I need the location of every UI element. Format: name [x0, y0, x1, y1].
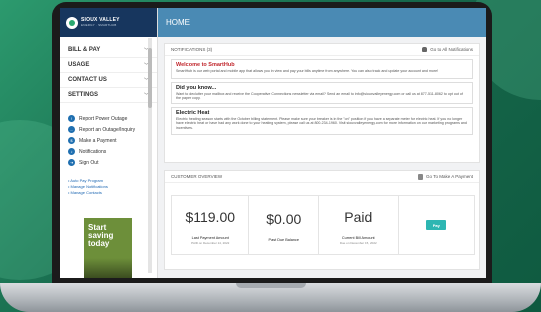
nav-item-usage[interactable]: USAGE ﹀: [60, 58, 157, 73]
dollar-icon: $: [68, 137, 75, 144]
nav-menu: BILL & PAY ﹀ USAGE ﹀ CONTACT US ﹀ SETTINGS ﹀: [60, 43, 157, 103]
sidebar-scroll-thumb[interactable]: [148, 48, 152, 108]
promo-banner[interactable]: Start saving today: [84, 218, 132, 278]
notification-body: SmartHub is our web portal and mobile ap…: [176, 69, 439, 73]
quick-link-notifications[interactable]: ♪ Notifications: [68, 146, 157, 157]
notification-body: Electric heating season starts with the …: [176, 117, 467, 130]
past-due-label: Past Due Balance: [268, 238, 299, 242]
logout-icon: ⇥: [68, 159, 75, 166]
overview-stats: $119.00 Last Payment Amount PAID on Dece…: [171, 195, 475, 255]
current-bill-label: Current Bill Amount: [341, 235, 375, 240]
go-all-label: Go to All Notifications: [430, 47, 473, 52]
nav-label: BILL & PAY: [68, 47, 101, 53]
nav-label: USAGE: [68, 62, 90, 68]
last-payment-amount: $119.00: [185, 208, 236, 225]
go-pay-label: Go To Make A Payment: [426, 174, 473, 179]
notifications-header: NOTIFICATIONS (3) Go to All Notification…: [165, 44, 479, 56]
chat-icon: …: [68, 126, 75, 133]
customer-overview-card: CUSTOMER OVERVIEW Go To Make A Payment $…: [164, 170, 480, 270]
nav-label: SETTINGS: [68, 92, 99, 98]
link-label: Auto Pay Program: [70, 178, 103, 183]
notification-item[interactable]: Electric Heat Electric heating season st…: [171, 107, 473, 135]
document-icon: [418, 173, 424, 180]
quick-link-label: Sign Out: [79, 159, 99, 166]
quick-link-report-inquiry[interactable]: … Report an Outage/Inquiry: [68, 124, 157, 135]
quick-link-report-outage[interactable]: ! Report Power Outage: [68, 113, 157, 124]
notification-item[interactable]: Did you know... Want to declutter your m…: [171, 82, 473, 104]
notifications-card: NOTIFICATIONS (3) Go to All Notification…: [164, 43, 480, 163]
alert-icon: !: [68, 115, 75, 122]
laptop-notch: [236, 283, 306, 288]
page-title: HOME: [166, 18, 190, 27]
past-due-amount: $0.00: [266, 211, 302, 227]
logo-name: SIOUX VALLEY: [81, 16, 120, 23]
logo-sub: ENERGY · SMARTHUB: [81, 22, 117, 27]
link-label: Manage Contacts: [70, 190, 102, 195]
notifications-title: NOTIFICATIONS (3): [171, 47, 213, 52]
overview-title: CUSTOMER OVERVIEW: [171, 174, 223, 179]
notification-body: Want to declutter your mailbox and recei…: [176, 92, 463, 101]
quick-link-sign-out[interactable]: ⇥ Sign Out: [68, 157, 157, 168]
current-bill-stat: Paid Current Bill Amount Due on December…: [319, 196, 399, 254]
logo-mark-icon: [66, 16, 78, 29]
logo-text: SIOUX VALLEY ENERGY · SMARTHUB: [81, 16, 120, 28]
account-links: • Auto Pay Program • Manage Notification…: [60, 178, 157, 196]
bell-icon: ♪: [68, 148, 75, 155]
quick-link-label: Make a Payment: [79, 137, 117, 144]
link-manage-contacts[interactable]: • Manage Contacts: [68, 190, 157, 196]
quick-link-make-payment[interactable]: $ Make a Payment: [68, 135, 157, 146]
quick-link-label: Report Power Outage: [79, 115, 128, 122]
nav-label: CONTACT US: [68, 77, 107, 83]
go-to-payment-link[interactable]: Go To Make A Payment: [418, 173, 473, 180]
go-all-notifications-link[interactable]: Go to All Notifications: [422, 47, 473, 52]
page-header: HOME: [158, 8, 486, 37]
quick-link-label: Notifications: [79, 148, 107, 155]
last-payment-stat: $119.00 Last Payment Amount PAID on Dece…: [172, 196, 250, 254]
notification-title: Did you know...: [176, 85, 217, 91]
promo-shade: [84, 258, 132, 278]
promo-text: Start saving today: [88, 223, 114, 248]
nav-item-contact-us[interactable]: CONTACT US ﹀: [60, 73, 157, 88]
sidebar: SIOUX VALLEY ENERGY · SMARTHUB BILL & PA…: [60, 8, 158, 278]
screen: SIOUX VALLEY ENERGY · SMARTHUB BILL & PA…: [60, 8, 486, 278]
last-payment-date: PAID on December 14, 2022: [191, 240, 230, 245]
overview-header: CUSTOMER OVERVIEW Go To Make A Payment: [165, 171, 479, 183]
nav-item-bill-pay[interactable]: BILL & PAY ﹀: [60, 43, 157, 58]
nav-item-settings[interactable]: SETTINGS ﹀: [60, 88, 157, 103]
past-due-stat: $0.00 Past Due Balance: [249, 196, 320, 254]
notification-item[interactable]: Welcome to SmartHub SmartHub is our web …: [171, 59, 473, 79]
current-bill-status: Paid: [344, 208, 373, 225]
pay-button[interactable]: Pay: [426, 220, 447, 230]
brand-logo[interactable]: SIOUX VALLEY ENERGY · SMARTHUB: [60, 8, 157, 37]
link-label: Manage Notifications: [70, 184, 108, 189]
last-payment-label: Last Payment Amount: [191, 235, 229, 240]
quick-links: ! Report Power Outage … Report an Outage/I…: [60, 113, 157, 168]
notification-title: Electric Heat: [176, 110, 210, 116]
notification-title: Welcome to SmartHub: [176, 62, 235, 68]
bell-icon: [422, 47, 428, 52]
main-content: NOTIFICATIONS (3) Go to All Notification…: [158, 37, 486, 278]
quick-link-label: Report an Outage/Inquiry: [79, 126, 136, 133]
pay-stat: Pay: [399, 196, 475, 254]
current-bill-due: Due on December 15, 2022: [339, 240, 377, 245]
